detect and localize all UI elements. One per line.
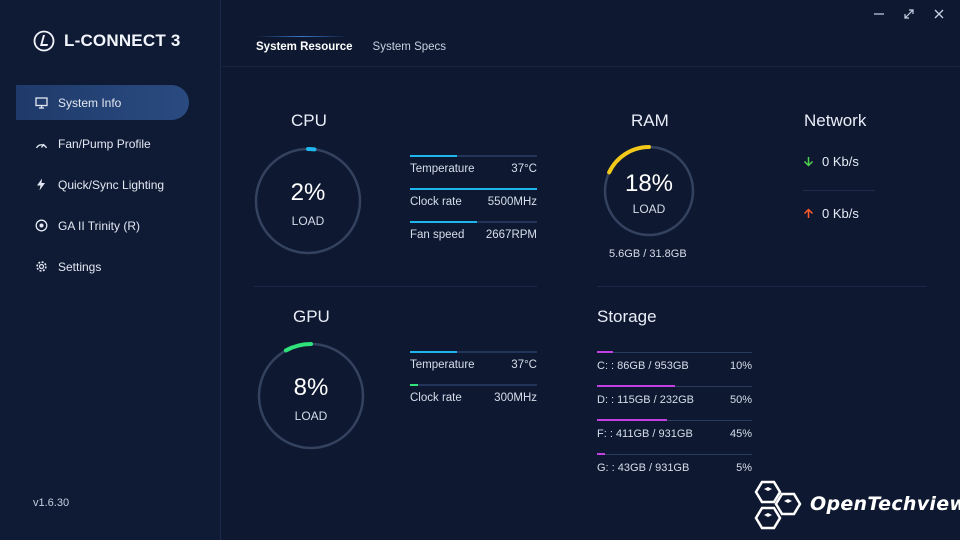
sidebar-item-label: System Info [58, 95, 122, 110]
storage-drive-c-bar [597, 351, 613, 353]
storage-drive-c: C: : 86GB / 953GB 10% [597, 351, 752, 380]
tab-system-specs[interactable]: System Specs [373, 41, 447, 59]
cpu-fan-speed-row: Fan speed 2667RPM [410, 221, 537, 251]
sidebar-nav: System Info Fan/Pump Profile Quick/Sync … [16, 85, 189, 290]
device-icon [34, 219, 48, 233]
cpu-fan-speed-bar [410, 221, 478, 223]
sidebar-item-system-info[interactable]: System Info [16, 85, 189, 120]
ram-usage: 5.6GB / 31.8GB [609, 248, 687, 260]
fan-curve-icon [34, 137, 48, 151]
cpu-title: CPU [291, 111, 327, 130]
storage-title: Storage [597, 307, 657, 326]
storage-drive-d: D: : 115GB / 232GB 50% [597, 385, 752, 414]
minimize-icon [874, 13, 884, 15]
storage-drive-d-value: 50% [729, 394, 752, 406]
storage-drive-f-bar [597, 419, 667, 421]
storage-drive-f: F: : 411GB / 931GB 45% [597, 419, 752, 448]
gpu-title: GPU [293, 307, 330, 326]
cpu-clock-rate-label: Clock rate [410, 196, 462, 208]
gear-icon [34, 260, 48, 274]
brand: L-CONNECT 3 [33, 30, 180, 52]
hexagon-logo-icon [754, 480, 802, 530]
ram-storage-divider [597, 286, 927, 287]
window-controls [868, 6, 950, 22]
cpu-temperature-value: 37°C [511, 163, 537, 175]
storage-drive-c-value: 10% [729, 360, 752, 372]
storage-drive-g-value: 5% [736, 462, 752, 474]
ram-title: RAM [631, 111, 669, 130]
ram-load-value: 18% [624, 170, 674, 197]
active-tab-indicator [256, 36, 348, 37]
sidebar-item-quick-sync-lighting[interactable]: Quick/Sync Lighting [16, 167, 189, 202]
watermark-text: OpenTechview [810, 493, 960, 515]
cpu-load-label: LOAD [291, 214, 325, 228]
download-arrow-icon [803, 157, 814, 167]
sidebar: L-CONNECT 3 System Info Fan/Pump Profile… [0, 0, 221, 540]
gpu-clock-rate-bar [410, 384, 418, 386]
storage-drive-f-value: 45% [729, 428, 752, 440]
tab-system-resource[interactable]: System Resource [256, 41, 353, 59]
lian-li-logo-icon [33, 30, 55, 52]
sidebar-item-settings[interactable]: Settings [16, 249, 189, 284]
gpu-load-label: LOAD [294, 409, 328, 423]
cpu-clock-rate-row: Clock rate 5500MHz [410, 188, 537, 218]
app-version: v1.6.30 [33, 497, 70, 509]
app-name: L-CONNECT 3 [64, 31, 181, 50]
sidebar-item-fan-pump-profile[interactable]: Fan/Pump Profile [16, 126, 189, 161]
cpu-fan-speed-label: Fan speed [410, 229, 465, 241]
cpu-temperature-label: Temperature [410, 163, 475, 175]
network-download-row: 0 Kb/s [803, 154, 859, 169]
sidebar-item-label: Settings [58, 259, 102, 274]
gpu-temperature-row: Temperature 37°C [410, 351, 537, 381]
ram-load-label: LOAD [632, 202, 666, 216]
cpu-temperature-row: Temperature 37°C [410, 155, 537, 185]
sidebar-item-label: GA II Trinity (R) [58, 218, 141, 233]
opentechview-watermark: OpenTechview [744, 480, 960, 534]
sidebar-item-label: Fan/Pump Profile [58, 136, 151, 151]
storage-drive-g-label: G: : 43GB / 931GB [597, 462, 690, 474]
tab-bar: System Resource System Specs [256, 41, 446, 59]
cpu-load-value: 2% [290, 179, 326, 206]
gpu-clock-rate-row: Clock rate 300MHz [410, 384, 537, 414]
storage-drive-c-label: C: : 86GB / 953GB [597, 360, 689, 372]
network-upload-row: 0 Kb/s [803, 206, 859, 221]
cpu-gpu-divider [254, 286, 537, 287]
gpu-temperature-value: 37°C [511, 359, 537, 371]
gpu-gauge: 8% LOAD [256, 341, 366, 451]
network-divider [803, 190, 875, 191]
close-button[interactable] [928, 6, 950, 22]
gpu-temperature-label: Temperature [410, 359, 475, 371]
cpu-fan-speed-value: 2667RPM [485, 229, 537, 241]
cpu-clock-rate-bar [410, 188, 537, 190]
storage-drive-d-bar [597, 385, 675, 387]
gpu-clock-rate-value: 300MHz [494, 392, 537, 404]
storage-drive-g-bar [597, 453, 605, 455]
network-title: Network [804, 111, 867, 130]
header-divider [222, 66, 960, 67]
sidebar-item-label: Quick/Sync Lighting [58, 177, 165, 192]
gpu-clock-rate-label: Clock rate [410, 392, 462, 404]
storage-drive-g: G: : 43GB / 931GB 5% [597, 453, 752, 482]
gpu-temperature-bar [410, 351, 457, 353]
storage-drive-d-label: D: : 115GB / 232GB [597, 394, 695, 406]
minimize-button[interactable] [868, 6, 890, 22]
lightning-icon [34, 178, 48, 192]
maximize-button[interactable] [898, 6, 920, 22]
close-icon [934, 9, 944, 19]
cpu-temperature-bar [410, 155, 457, 157]
maximize-icon [904, 9, 914, 19]
sidebar-item-ga-ii-trinity[interactable]: GA II Trinity (R) [16, 208, 189, 243]
monitor-icon [34, 96, 48, 110]
network-download-value: 0 Kb/s [822, 154, 859, 169]
ram-gauge: 18% LOAD [602, 144, 696, 238]
network-upload-value: 0 Kb/s [822, 206, 859, 221]
gpu-load-value: 8% [293, 374, 329, 401]
cpu-gauge: 2% LOAD [253, 146, 363, 256]
storage-drive-f-label: F: : 411GB / 931GB [597, 428, 693, 440]
cpu-clock-rate-value: 5500MHz [487, 196, 537, 208]
upload-arrow-icon [803, 208, 814, 218]
